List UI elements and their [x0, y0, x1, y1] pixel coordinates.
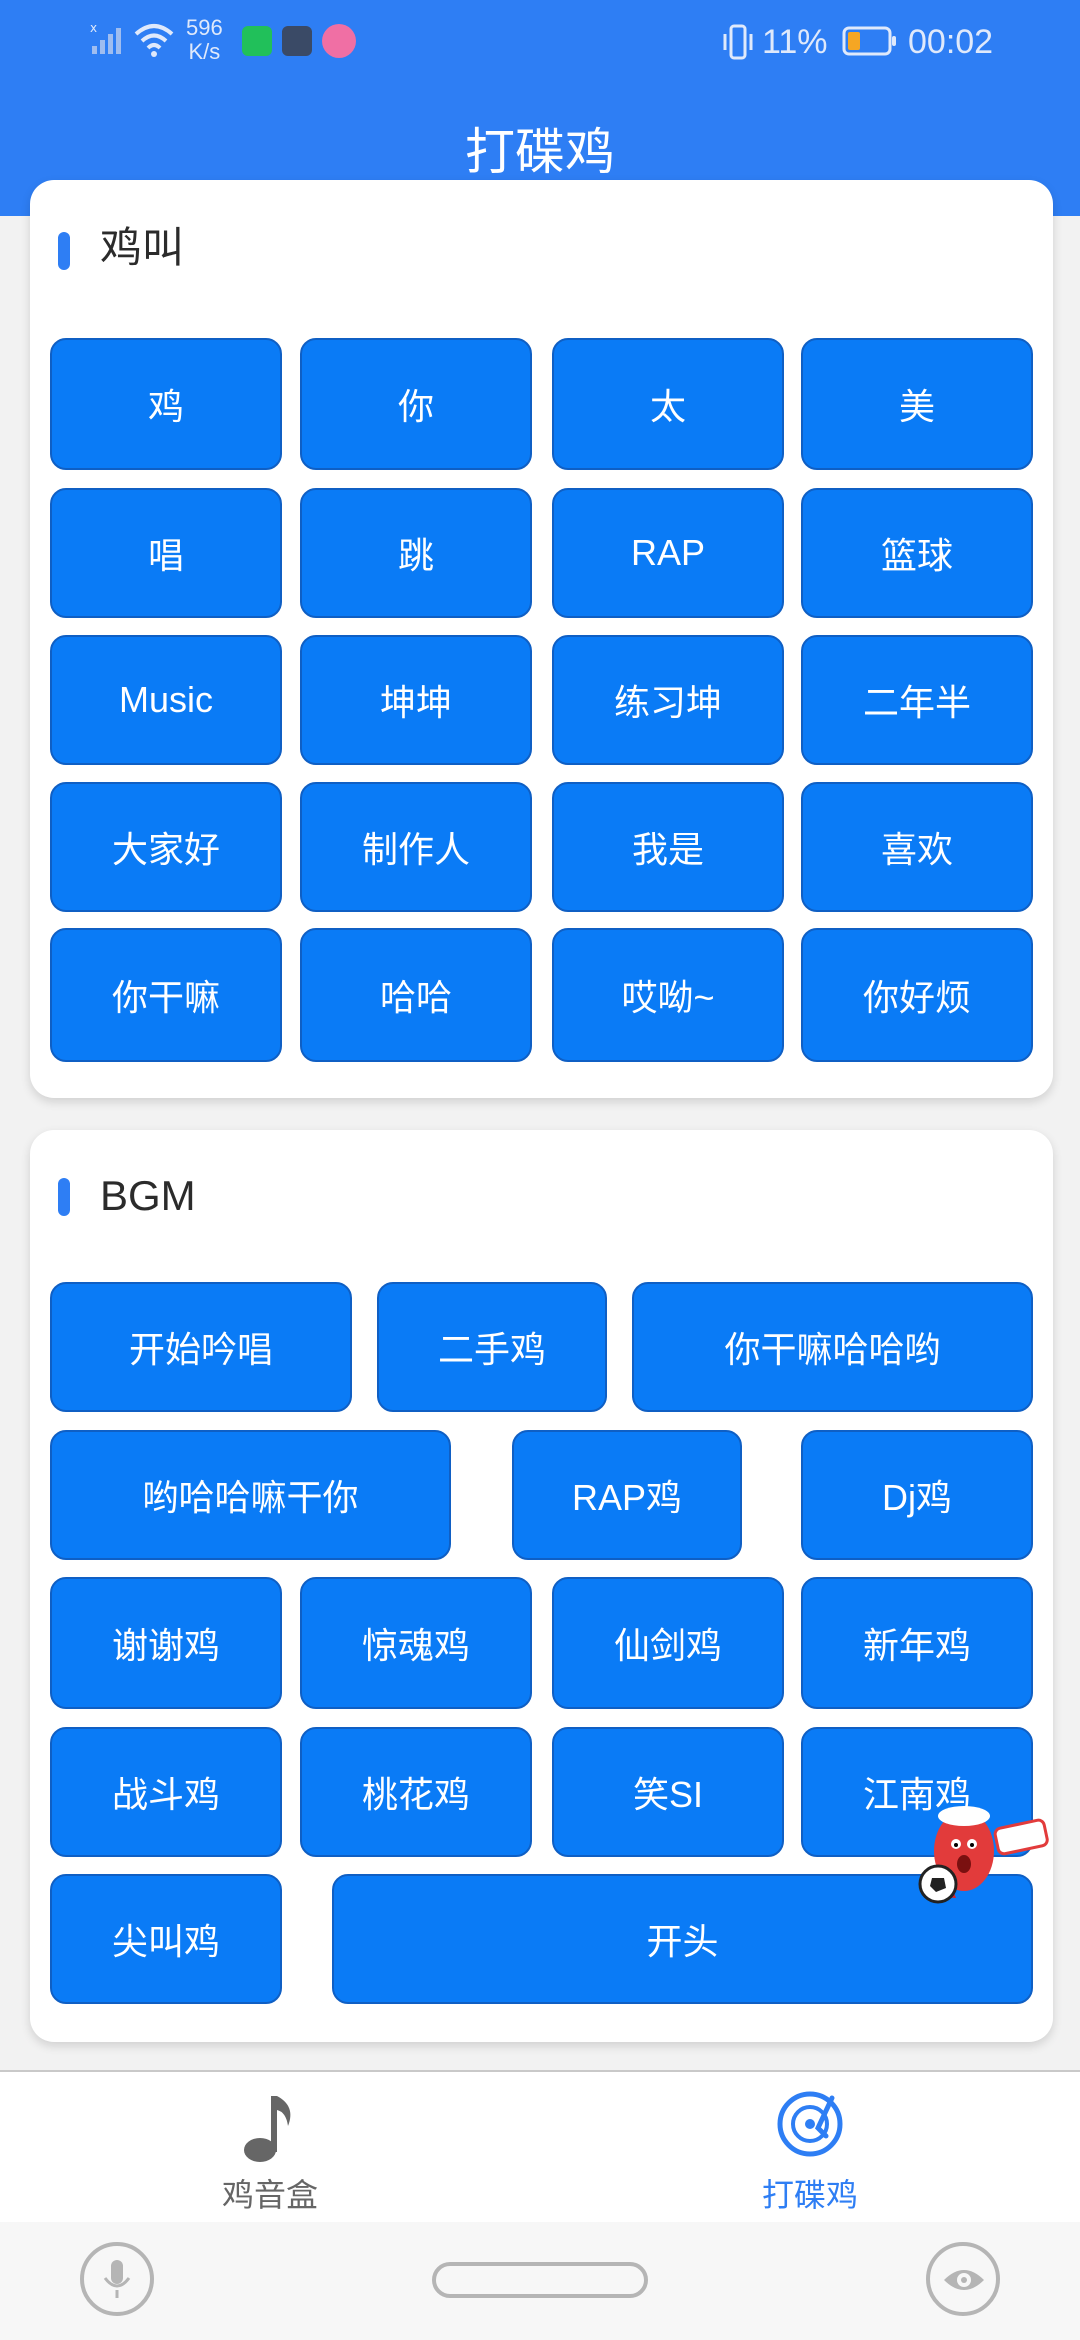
app-notification-icon: [242, 26, 272, 56]
bgm-button[interactable]: 开始吟唱: [50, 1282, 352, 1412]
bottom-navigation: 鸡音盒 打碟鸡: [0, 2070, 1080, 2224]
battery-percent: 11%: [762, 23, 828, 61]
sound-button[interactable]: 练习坤: [552, 635, 784, 765]
bgm-button[interactable]: 战斗鸡: [50, 1727, 282, 1857]
net-speed: 596 K/s: [186, 15, 223, 64]
battery-icon: [842, 26, 898, 56]
sound-button[interactable]: 你: [300, 338, 532, 470]
sound-button[interactable]: 你好烦: [801, 928, 1033, 1062]
bgm-button[interactable]: 新年鸡: [801, 1577, 1033, 1709]
bgm-button[interactable]: 你干嘛哈哈哟: [632, 1282, 1033, 1412]
sound-button[interactable]: 哎呦~: [552, 928, 784, 1062]
sound-button[interactable]: 我是: [552, 782, 784, 912]
tab-label: 打碟鸡: [761, 2176, 858, 2214]
turntable-icon: [774, 2088, 846, 2160]
signal-icon: x: [90, 20, 126, 56]
sound-button[interactable]: 坤坤: [300, 635, 532, 765]
sound-button[interactable]: 唱: [50, 488, 282, 618]
tab-dj[interactable]: 打碟鸡: [660, 2080, 960, 2220]
wifi-icon: [132, 20, 176, 60]
bgm-button[interactable]: 桃花鸡: [300, 1727, 532, 1857]
section-title: 鸡叫: [100, 224, 185, 271]
sound-button[interactable]: 制作人: [300, 782, 532, 912]
tab-label: 鸡音盒: [221, 2176, 318, 2214]
bgm-button[interactable]: RAP鸡: [512, 1430, 742, 1560]
bgm-button[interactable]: 仙剑鸡: [552, 1577, 784, 1709]
bgm-button[interactable]: 尖叫鸡: [50, 1874, 282, 2004]
eye-comfort-button[interactable]: [926, 2242, 1000, 2316]
app-notification-icon: [282, 26, 312, 56]
svg-text:x: x: [90, 21, 97, 35]
system-navigation-bar: [0, 2222, 1080, 2340]
sound-button[interactable]: 篮球: [801, 488, 1033, 618]
tab-sound-box[interactable]: 鸡音盒: [120, 2080, 420, 2220]
sound-button[interactable]: 二年半: [801, 635, 1033, 765]
sound-button[interactable]: 跳: [300, 488, 532, 618]
bgm-button[interactable]: 哟哈哈嘛干你: [50, 1430, 451, 1560]
bgm-button[interactable]: 笑SI: [552, 1727, 784, 1857]
vibrate-icon: [722, 22, 754, 62]
sound-button[interactable]: 大家好: [50, 782, 282, 912]
app-notification-icon: [322, 24, 356, 58]
section-marker: [58, 232, 70, 270]
section-title: BGM: [100, 1172, 196, 1219]
bgm-button[interactable]: 惊魂鸡: [300, 1577, 532, 1709]
microphone-icon: [102, 2258, 132, 2302]
section-marker: [58, 1178, 70, 1216]
sound-button[interactable]: 喜欢: [801, 782, 1033, 912]
sound-button[interactable]: 美: [801, 338, 1033, 470]
voice-assistant-button[interactable]: [80, 2242, 154, 2316]
music-note-icon: [238, 2090, 302, 2166]
bgm-button[interactable]: 二手鸡: [377, 1282, 607, 1412]
eye-icon: [942, 2264, 986, 2296]
sound-button[interactable]: 你干嘛: [50, 928, 282, 1062]
sound-button[interactable]: Music: [50, 635, 282, 765]
bgm-button[interactable]: Dj鸡: [801, 1430, 1033, 1560]
clock: 00:02: [908, 23, 994, 61]
home-pill-button[interactable]: [432, 2262, 648, 2298]
sound-button[interactable]: RAP: [552, 488, 784, 618]
bgm-button[interactable]: 谢谢鸡: [50, 1577, 282, 1709]
sound-button[interactable]: 太: [552, 338, 784, 470]
mascot-sticker-icon[interactable]: [906, 1786, 1056, 1916]
sound-button[interactable]: 哈哈: [300, 928, 532, 1062]
sound-button[interactable]: 鸡: [50, 338, 282, 470]
